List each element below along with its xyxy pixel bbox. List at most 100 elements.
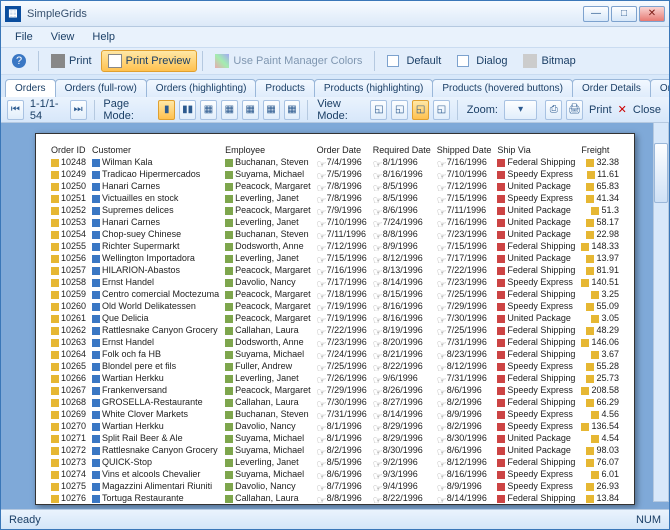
pagemode-5[interactable]: ▦ xyxy=(242,100,259,120)
toolbar: ? Print Print Preview Use Paint Manager … xyxy=(1,47,669,75)
separator xyxy=(202,51,203,71)
export-icon[interactable]: ⎙ xyxy=(545,100,562,120)
table-row[interactable]: 10248Wilman KalaBuchanan, Steven☞7/4/199… xyxy=(48,156,622,168)
employee-icon xyxy=(225,159,233,167)
col-orderdate: Order Date xyxy=(314,144,370,156)
bitmap-check[interactable]: Bitmap xyxy=(516,50,582,72)
employee-icon xyxy=(225,183,233,191)
row-icon xyxy=(51,495,59,503)
date-icon: ☞ xyxy=(317,231,325,239)
table-row[interactable]: 10260Old World DelikatessenPeacock, Marg… xyxy=(48,300,622,312)
menu-view[interactable]: View xyxy=(43,29,83,45)
preview-label: Print Preview xyxy=(126,55,191,67)
scrollbar-thumb[interactable] xyxy=(654,143,668,203)
table-row[interactable]: 10250Hanari CarnesPeacock, Margaret☞7/8/… xyxy=(48,180,622,192)
viewmode-1[interactable]: ◱ xyxy=(370,100,387,120)
table-row[interactable]: 10266Wartian HerkkuLeverling, Janet☞7/26… xyxy=(48,372,622,384)
scrollbar[interactable] xyxy=(653,122,669,502)
table-row[interactable]: 10271Split Rail Beer & AleSuyama, Michae… xyxy=(48,432,622,444)
date-icon: ☞ xyxy=(437,327,445,335)
page-last-icon[interactable]: ⏭ xyxy=(70,100,87,120)
employee-icon xyxy=(225,231,233,239)
date-icon: ☞ xyxy=(317,471,325,479)
table-row[interactable]: 10272Rattlesnake Canyon GrocerySuyama, M… xyxy=(48,444,622,456)
table-row[interactable]: 10258Ernst HandelDavolio, Nancy☞7/17/199… xyxy=(48,276,622,288)
pagemode-7[interactable]: ▦ xyxy=(284,100,301,120)
close-button[interactable]: ✕ xyxy=(639,6,665,22)
tab-products-highlight[interactable]: Products (highlighting) xyxy=(314,79,434,97)
menu-help[interactable]: Help xyxy=(84,29,123,45)
tab-orders-fullrow[interactable]: Orders (full-row) xyxy=(55,79,147,97)
freight-icon xyxy=(586,363,594,371)
table-row[interactable]: 10270Wartian HerkkuDavolio, Nancy☞8/1/19… xyxy=(48,420,622,432)
viewmode-2[interactable]: ◱ xyxy=(391,100,408,120)
tab-products-hovered[interactable]: Products (hovered buttons) xyxy=(432,79,573,97)
tab-order-details2[interactable]: Order Details xyxy=(650,79,669,97)
row-icon xyxy=(51,351,59,359)
table-row[interactable]: 10269White Clover MarketsBuchanan, Steve… xyxy=(48,408,622,420)
viewmode-3[interactable]: ◱ xyxy=(412,100,429,120)
ship-icon xyxy=(497,207,505,215)
ship-icon xyxy=(497,483,505,491)
viewmode-4[interactable]: ◱ xyxy=(433,100,450,120)
table-row[interactable]: 10257HILARION-AbastosPeacock, Margaret☞7… xyxy=(48,264,622,276)
tab-orders[interactable]: Orders xyxy=(5,79,56,97)
customer-icon xyxy=(92,363,100,371)
employee-icon xyxy=(225,195,233,203)
date-icon: ☞ xyxy=(317,327,325,335)
table-row[interactable]: 10256Wellington ImportadoraLeverling, Ja… xyxy=(48,252,622,264)
pagebar-close-label[interactable]: Close xyxy=(633,104,661,116)
dialog-check[interactable]: Dialog xyxy=(450,50,514,72)
help-icon[interactable]: ? xyxy=(5,50,33,72)
table-row[interactable]: 10267FrankenversandPeacock, Margaret☞7/2… xyxy=(48,384,622,396)
minimize-button[interactable]: — xyxy=(583,6,609,22)
date-icon: ☞ xyxy=(317,495,325,503)
table-row[interactable]: 10249Tradicao HipermercadosSuyama, Micha… xyxy=(48,168,622,180)
row-icon xyxy=(51,315,59,323)
pagemode-1[interactable]: ▮ xyxy=(158,100,175,120)
pagebar-print-label[interactable]: Print xyxy=(589,104,612,116)
table-row[interactable]: 10252Supremes delicesPeacock, Margaret☞7… xyxy=(48,204,622,216)
paint-manager-button[interactable]: Use Paint Manager Colors xyxy=(208,50,369,72)
tab-orders-highlight[interactable]: Orders (highlighting) xyxy=(146,79,257,97)
freight-icon xyxy=(581,387,589,395)
table-row[interactable]: 10273QUICK-StopLeverling, Janet☞8/5/1996… xyxy=(48,456,622,468)
row-icon xyxy=(51,255,59,263)
tab-products[interactable]: Products xyxy=(255,79,314,97)
table-row[interactable]: 10264Folk och fa HBSuyama, Michael☞7/24/… xyxy=(48,348,622,360)
close-x-icon[interactable]: ✕ xyxy=(618,103,627,116)
table-row[interactable]: 10259Centro comercial MoctezumaPeacock, … xyxy=(48,288,622,300)
table-row[interactable]: 10255Richter SupermarktDodsworth, Anne☞7… xyxy=(48,240,622,252)
pagemode-6[interactable]: ▦ xyxy=(263,100,280,120)
print-preview-button[interactable]: Print Preview xyxy=(101,50,198,72)
table-row[interactable]: 10251Victuailles en stockLeverling, Jane… xyxy=(48,192,622,204)
table-row[interactable]: 10274Vins et alcools ChevalierSuyama, Mi… xyxy=(48,468,622,480)
pagemode-3[interactable]: ▦ xyxy=(200,100,217,120)
table-row[interactable]: 10276Tortuga RestauranteCallahan, Laura☞… xyxy=(48,492,622,504)
table-row[interactable]: 10265Blondel pere et filsFuller, Andrew☞… xyxy=(48,360,622,372)
table-row[interactable]: 10254Chop-suey ChineseBuchanan, Steven☞7… xyxy=(48,228,622,240)
tab-order-details[interactable]: Order Details xyxy=(572,79,651,97)
page-first-icon[interactable]: ⏮ xyxy=(7,100,24,120)
customer-icon xyxy=(92,207,100,215)
table-row[interactable]: 10253Hanari CarnesLeverling, Janet☞7/10/… xyxy=(48,216,622,228)
pagemode-2[interactable]: ▮▮ xyxy=(179,100,196,120)
table-row[interactable]: 10263Ernst HandelDodsworth, Anne☞7/23/19… xyxy=(48,336,622,348)
print-icon[interactable]: 🖨 xyxy=(566,100,583,120)
default-check[interactable]: Default xyxy=(380,50,448,72)
ship-icon xyxy=(497,243,505,251)
table-row[interactable]: 10262Rattlesnake Canyon GroceryCallahan,… xyxy=(48,324,622,336)
row-icon xyxy=(51,423,59,431)
table-row[interactable]: 10275Magazzini Alimentari RiunitiDavolio… xyxy=(48,480,622,492)
maximize-button[interactable]: □ xyxy=(611,6,637,22)
table-row[interactable]: 10261Que DeliciaPeacock, Margaret☞7/19/1… xyxy=(48,312,622,324)
zoom-dropdown[interactable]: ▾ xyxy=(504,100,537,120)
date-icon: ☞ xyxy=(437,435,445,443)
menu-file[interactable]: File xyxy=(7,29,41,45)
customer-icon xyxy=(92,351,100,359)
employee-icon xyxy=(225,327,233,335)
pagemode-4[interactable]: ▦ xyxy=(221,100,238,120)
print-button[interactable]: Print xyxy=(44,50,99,72)
table-row[interactable]: 10268GROSELLA-RestauranteCallahan, Laura… xyxy=(48,396,622,408)
table-row[interactable]: 10277Morgenstern GesundkostFuller, Andre… xyxy=(48,504,622,505)
